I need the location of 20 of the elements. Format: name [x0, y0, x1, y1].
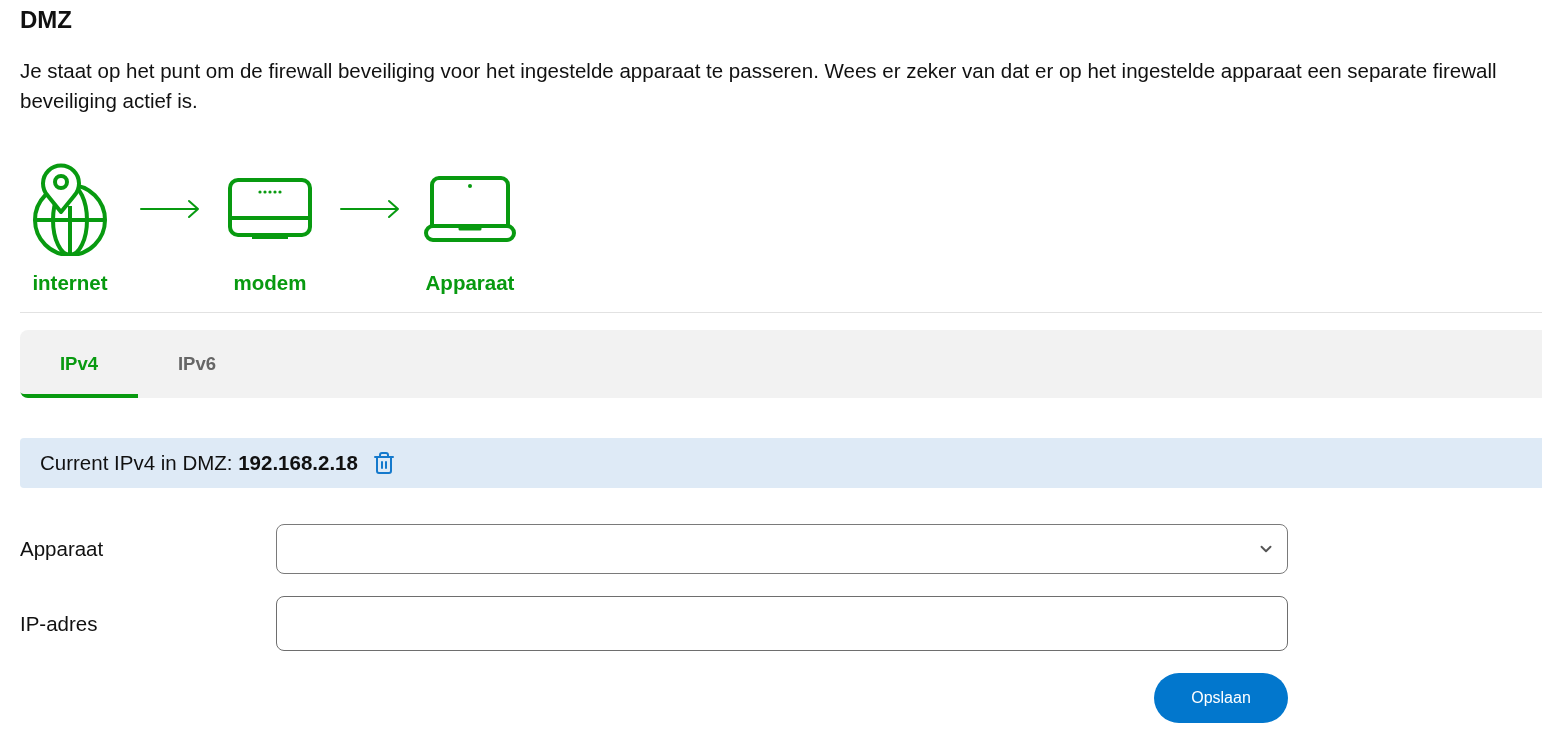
- node-label: modem: [233, 271, 307, 295]
- tab[interactable]: IPv6: [138, 330, 256, 398]
- node-label: internet: [32, 271, 108, 295]
- delete-button[interactable]: [371, 451, 396, 475]
- dropdown-field[interactable]: [276, 524, 1288, 574]
- current-ip-text: Current IPv4 in DMZ: 192.168.2.18: [40, 451, 358, 475]
- globe-pin-icon: [32, 162, 108, 256]
- description-text: Je staat op het punt om de firewall beveiliging voor het ingestelde apparaat te passeren. Wees er zeker van dat er op het ingestelde apparaat een separate firewall beveiliging actief is.: [20, 58, 1498, 114]
- field-label: IP-adres: [20, 611, 99, 636]
- arrow-icon: [140, 199, 200, 219]
- page-title: DMZ: [20, 6, 73, 34]
- save-button[interactable]: Opslaan: [1154, 673, 1288, 723]
- laptop-icon: [424, 176, 516, 242]
- node-label: Apparaat: [425, 271, 515, 295]
- field-label: Apparaat: [20, 537, 105, 561]
- trash-icon: [371, 451, 396, 475]
- tab[interactable]: IPv4: [20, 330, 138, 398]
- arrow-icon: [340, 199, 400, 219]
- input-field[interactable]: [276, 596, 1288, 651]
- modem-icon: [228, 178, 312, 240]
